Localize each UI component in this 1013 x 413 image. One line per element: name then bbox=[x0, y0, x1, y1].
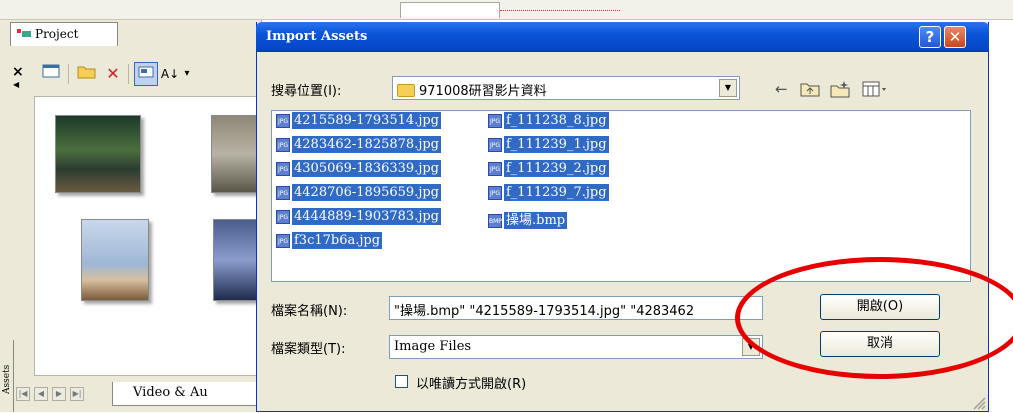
background-tab[interactable] bbox=[400, 2, 500, 18]
folder-icon bbox=[397, 84, 415, 97]
project-toolbar: ✕ A↓ ▾ bbox=[10, 60, 260, 90]
panel-icon[interactable] bbox=[40, 62, 62, 86]
assets-vertical-tab[interactable]: Assets bbox=[0, 340, 14, 412]
file-list[interactable]: JPG 4215589-1793514.jpg JPG 4283462-182587… bbox=[271, 110, 971, 282]
filetype-label: 檔案類型(T): bbox=[271, 342, 346, 357]
asset-thumbnail[interactable] bbox=[55, 115, 141, 193]
delete-icon[interactable]: ✕ bbox=[102, 62, 124, 86]
jpg-file-icon: JPG bbox=[276, 114, 290, 128]
sort-icon[interactable]: A↓ bbox=[160, 62, 180, 86]
jpg-file-icon: JPG bbox=[488, 114, 502, 128]
dialog-title: Import Assets bbox=[266, 29, 368, 44]
asset-thumbnail[interactable] bbox=[81, 219, 149, 301]
assets-grid bbox=[34, 96, 261, 376]
jpg-file-icon: JPG bbox=[276, 210, 290, 224]
look-in-value: 971008研習影片資料 bbox=[419, 84, 547, 99]
list-item[interactable]: BMP 操場.bmp bbox=[488, 209, 568, 229]
filename-label: 檔案名稱(N): bbox=[271, 304, 348, 319]
list-item[interactable]: JPG f_111239_7.jpg bbox=[488, 184, 609, 205]
prev-tab-icon[interactable]: ◀ bbox=[34, 387, 48, 401]
readonly-label: 以唯讀方式開啟(R) bbox=[416, 377, 527, 392]
tab-project[interactable]: Project bbox=[10, 22, 118, 46]
asset-thumbnail[interactable] bbox=[211, 115, 261, 193]
new-folder-icon[interactable] bbox=[830, 80, 850, 102]
underline-decoration bbox=[500, 9, 620, 11]
assets-vertical-tab-label: Assets bbox=[2, 364, 12, 394]
list-item[interactable]: JPG 4283462-1825878.jpg bbox=[276, 136, 441, 157]
look-in-label: 搜尋位置(I): bbox=[271, 84, 342, 99]
project-icon bbox=[17, 29, 31, 39]
tab-project-label: Project bbox=[35, 27, 79, 41]
tab-navigation: |◀ ◀ ▶ ▶| Video & Au bbox=[16, 382, 272, 408]
first-tab-icon[interactable]: |◀ bbox=[16, 387, 30, 401]
filename-value: "操場.bmp" "4215589-1793514.jpg" "4283462 bbox=[394, 304, 695, 319]
last-tab-icon[interactable]: ▶| bbox=[70, 387, 84, 401]
jpg-file-icon: JPG bbox=[488, 138, 502, 152]
list-item[interactable]: JPG 4215589-1793514.jpg bbox=[276, 112, 441, 133]
view-menu-icon[interactable] bbox=[862, 80, 888, 102]
list-item[interactable]: JPG 4444889-1903783.jpg bbox=[276, 208, 441, 229]
next-tab-icon[interactable]: ▶ bbox=[52, 387, 66, 401]
view-icon[interactable] bbox=[134, 62, 158, 86]
jpg-file-icon: JPG bbox=[488, 162, 502, 176]
jpg-file-icon: JPG bbox=[276, 234, 290, 248]
tab-video-audio[interactable]: Video & Au bbox=[112, 382, 272, 406]
filename-input[interactable]: "操場.bmp" "4215589-1793514.jpg" "4283462 bbox=[389, 296, 763, 320]
top-strip bbox=[0, 0, 1013, 20]
jpg-file-icon: JPG bbox=[488, 186, 502, 200]
list-item[interactable]: JPG f3c17b6a.jpg bbox=[276, 232, 383, 253]
annotation-circle bbox=[735, 257, 1013, 379]
chevron-down-icon[interactable]: ▼ bbox=[719, 79, 737, 97]
list-item[interactable]: JPG 4305069-1836339.jpg bbox=[276, 160, 441, 181]
bmp-file-icon: BMP bbox=[488, 214, 502, 228]
filetype-select[interactable]: Image Files ▼ bbox=[389, 335, 763, 359]
jpg-file-icon: JPG bbox=[276, 186, 290, 200]
tab-video-audio-label: Video & Au bbox=[133, 385, 208, 400]
filetype-value: Image Files bbox=[394, 339, 472, 354]
open-folder-icon[interactable] bbox=[76, 62, 98, 86]
list-item[interactable]: JPG 4428706-1895659.jpg bbox=[276, 184, 441, 205]
up-folder-icon[interactable] bbox=[800, 80, 820, 102]
look-in-select[interactable]: 971008研習影片資料 ▼ bbox=[392, 76, 740, 100]
dialog-titlebar[interactable]: Import Assets ? ✕ bbox=[256, 22, 989, 52]
close-button[interactable]: ✕ bbox=[944, 26, 966, 48]
resize-grip-icon[interactable] bbox=[970, 394, 986, 410]
jpg-file-icon: JPG bbox=[276, 162, 290, 176]
list-item[interactable]: JPG f_111238_8.jpg bbox=[488, 112, 609, 133]
sort-dropdown-icon[interactable]: ▾ bbox=[182, 62, 192, 86]
jpg-file-icon: JPG bbox=[276, 138, 290, 152]
readonly-checkbox[interactable] bbox=[395, 375, 408, 388]
asset-thumbnail[interactable] bbox=[213, 219, 261, 301]
help-button[interactable]: ? bbox=[919, 26, 941, 48]
back-arrow-icon[interactable]: ← bbox=[775, 80, 788, 98]
list-item[interactable]: JPG f_111239_1.jpg bbox=[488, 136, 609, 157]
list-item[interactable]: JPG f_111239_2.jpg bbox=[488, 160, 609, 181]
